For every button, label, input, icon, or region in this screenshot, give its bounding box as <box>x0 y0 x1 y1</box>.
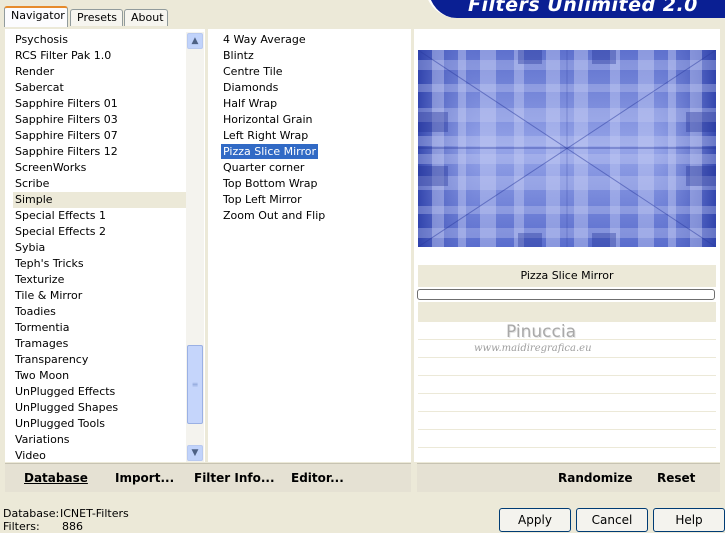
category-item[interactable]: Texturize <box>13 272 189 288</box>
category-item[interactable]: Video <box>13 448 189 464</box>
scroll-down-button[interactable]: ▼ <box>187 445 203 461</box>
category-item[interactable]: Psychosis <box>13 32 189 48</box>
tab-about[interactable]: About <box>124 9 168 26</box>
filters-count: 886 <box>62 520 83 533</box>
filter-panel: 4 Way Average Blintz Centre Tile Diamonds Ha… <box>208 29 411 462</box>
category-item[interactable]: Sapphire Filters 07 <box>13 128 189 144</box>
filter-item-label: Left Right Wrap <box>223 129 309 142</box>
category-item[interactable]: Sybia <box>13 240 189 256</box>
category-item[interactable]: Tormentia <box>13 320 189 336</box>
category-scrollbar[interactable]: ▲ ≡ ▼ <box>186 32 204 462</box>
filter-item-label: Blintz <box>223 49 254 62</box>
category-item[interactable]: RCS Filter Pak 1.0 <box>13 48 189 64</box>
category-item[interactable]: Render <box>13 64 189 80</box>
footer-info: Database:ICNET-Filters Filters: 886 <box>3 507 129 533</box>
category-item[interactable]: UnPlugged Tools <box>13 416 189 432</box>
category-item[interactable]: Simple <box>13 192 189 208</box>
category-item[interactable]: UnPlugged Effects <box>13 384 189 400</box>
category-list: Psychosis RCS Filter Pak 1.0 Render Saberca… <box>13 32 189 464</box>
left-action-bar: Database Import... Filter Info... Editor… <box>5 463 411 492</box>
control-row <box>418 448 716 463</box>
filter-item[interactable]: Centre Tile <box>221 64 406 80</box>
category-item[interactable]: UnPlugged Shapes <box>13 400 189 416</box>
filter-item[interactable]: Quarter corner <box>221 160 406 176</box>
control-row <box>418 430 716 448</box>
watermark-name: Pinuccia <box>506 322 576 342</box>
filter-item-label: Diamonds <box>223 81 279 94</box>
editor-button[interactable]: Editor... <box>291 471 344 485</box>
category-item[interactable]: Scribe <box>13 176 189 192</box>
category-item[interactable]: Toadies <box>13 304 189 320</box>
control-row <box>418 394 716 412</box>
category-item[interactable]: ScreenWorks <box>13 160 189 176</box>
filter-name-label: Pizza Slice Mirror <box>520 269 614 282</box>
category-item[interactable]: Variations <box>13 432 189 448</box>
filter-item[interactable]: 4 Way Average <box>221 32 406 48</box>
category-item[interactable]: Sapphire Filters 12 <box>13 144 189 160</box>
progress-bar <box>417 289 715 300</box>
control-row <box>418 412 716 430</box>
filter-item[interactable]: Zoom Out and Flip <box>221 208 406 224</box>
watermark-url: www.maidiregrafica.eu <box>474 343 592 354</box>
category-item[interactable]: Sapphire Filters 01 <box>13 96 189 112</box>
filter-item-label: Zoom Out and Flip <box>223 209 326 222</box>
filter-list: 4 Way Average Blintz Centre Tile Diamonds Ha… <box>221 32 406 224</box>
category-item[interactable]: Special Effects 1 <box>13 208 189 224</box>
filter-item-label: Half Wrap <box>223 97 278 110</box>
scroll-up-button[interactable]: ▲ <box>187 33 203 49</box>
category-item[interactable]: Sabercat <box>13 80 189 96</box>
control-row <box>418 358 716 376</box>
filter-item-label: Pizza Slice Mirror <box>221 144 319 159</box>
category-item[interactable]: Transparency <box>13 352 189 368</box>
help-button[interactable]: Help <box>653 508 725 532</box>
filter-item[interactable]: Horizontal Grain <box>221 112 406 128</box>
database-label: Database: <box>3 507 60 520</box>
filters-label: Filters: <box>3 520 40 533</box>
filter-name-strip: Pizza Slice Mirror <box>418 265 716 287</box>
filter-item-label: Top Left Mirror <box>223 193 302 206</box>
category-item[interactable]: Tile & Mirror <box>13 288 189 304</box>
filter-item[interactable]: Blintz <box>221 48 406 64</box>
filter-item-label: Quarter corner <box>223 161 305 174</box>
filter-item-label: Horizontal Grain <box>223 113 313 126</box>
category-item[interactable]: Special Effects 2 <box>13 224 189 240</box>
randomize-button[interactable]: Randomize <box>558 471 632 485</box>
filter-item[interactable]: Diamonds <box>221 80 406 96</box>
filter-item-label: 4 Way Average <box>223 33 306 46</box>
cancel-button[interactable]: Cancel <box>576 508 648 532</box>
scroll-thumb[interactable]: ≡ <box>187 345 203 424</box>
reset-button[interactable]: Reset <box>657 471 695 485</box>
category-item[interactable]: Teph's Tricks <box>13 256 189 272</box>
control-row <box>418 376 716 394</box>
category-item[interactable]: Two Moon <box>13 368 189 384</box>
app-title: Filters Unlimited 2.0 <box>468 0 698 16</box>
import-button[interactable]: Import... <box>115 471 174 485</box>
database-button[interactable]: Database <box>24 471 88 485</box>
filter-item-label: Centre Tile <box>223 65 283 78</box>
filter-item[interactable]: Pizza Slice Mirror <box>221 144 406 160</box>
filter-item-label: Top Bottom Wrap <box>223 177 318 190</box>
filter-item[interactable]: Left Right Wrap <box>221 128 406 144</box>
filter-item[interactable]: Top Left Mirror <box>221 192 406 208</box>
database-value: ICNET-Filters <box>60 507 129 520</box>
tab-navigator[interactable]: Navigator <box>4 6 68 27</box>
category-panel: Psychosis RCS Filter Pak 1.0 Render Saberca… <box>5 29 205 462</box>
preview-image <box>418 50 716 247</box>
controls-header <box>418 302 716 322</box>
tab-presets[interactable]: Presets <box>70 9 123 26</box>
filter-item[interactable]: Top Bottom Wrap <box>221 176 406 192</box>
category-item[interactable]: Sapphire Filters 03 <box>13 112 189 128</box>
filter-info-button[interactable]: Filter Info... <box>194 471 275 485</box>
right-action-bar: Randomize Reset <box>417 463 720 492</box>
filter-item[interactable]: Half Wrap <box>221 96 406 112</box>
category-item[interactable]: Tramages <box>13 336 189 352</box>
apply-button[interactable]: Apply <box>499 508 571 532</box>
